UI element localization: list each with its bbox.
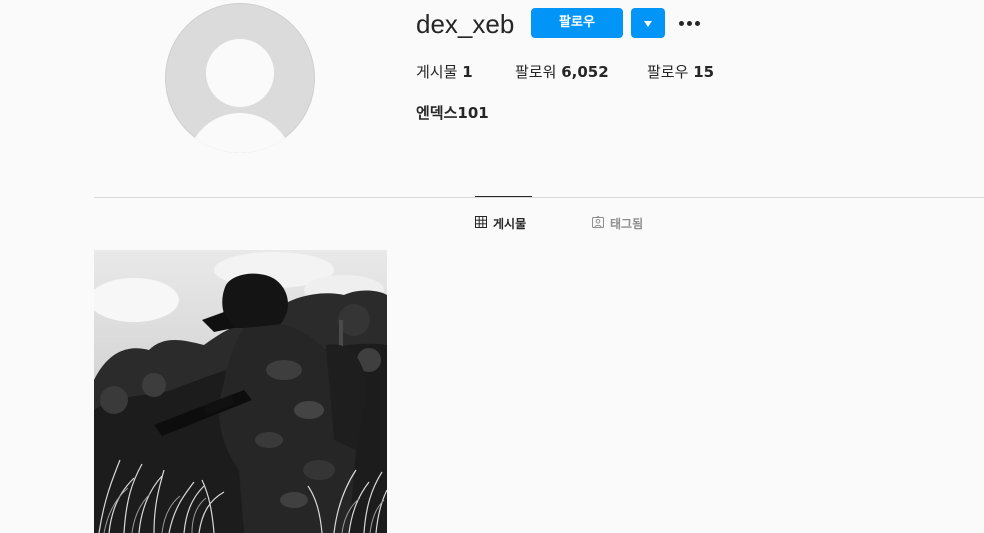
following-label: 팔로우 bbox=[647, 63, 689, 81]
tab-tagged[interactable]: 태그됨 bbox=[592, 215, 643, 233]
default-avatar-body-icon bbox=[187, 113, 293, 153]
tagged-icon bbox=[592, 215, 604, 233]
tab-posts[interactable]: 게시물 bbox=[475, 215, 526, 233]
followers-stat[interactable]: 팔로워 6,052 bbox=[515, 62, 609, 82]
profile-page: dex_xeb 팔로우 게시물 1 팔로워 6,052 팔로우 15 엔덱스10… bbox=[0, 0, 984, 533]
active-tab-indicator bbox=[475, 196, 532, 197]
tabs-divider bbox=[94, 197, 984, 198]
more-options-button[interactable] bbox=[677, 12, 703, 34]
followers-label: 팔로워 bbox=[515, 63, 557, 81]
full-name: 엔덱스101 bbox=[416, 104, 489, 122]
posts-label: 게시물 bbox=[416, 63, 458, 81]
tab-tagged-label: 태그됨 bbox=[610, 217, 644, 231]
avatar[interactable] bbox=[165, 3, 315, 153]
posts-stat: 게시물 1 bbox=[416, 62, 473, 82]
caret-down-icon bbox=[644, 21, 652, 27]
grid-icon bbox=[475, 215, 487, 233]
post-thumbnail[interactable] bbox=[94, 250, 387, 533]
tab-posts-label: 게시물 bbox=[493, 217, 527, 231]
default-avatar-head-icon bbox=[206, 39, 274, 107]
username: dex_xeb bbox=[416, 9, 515, 39]
followers-count: 6,052 bbox=[561, 63, 609, 81]
following-stat[interactable]: 팔로우 15 bbox=[647, 62, 714, 82]
follow-button[interactable]: 팔로우 bbox=[531, 8, 623, 38]
following-count: 15 bbox=[693, 63, 715, 81]
photo-icon bbox=[94, 250, 387, 533]
posts-count: 1 bbox=[462, 63, 473, 81]
suggestions-dropdown-button[interactable] bbox=[631, 8, 665, 38]
